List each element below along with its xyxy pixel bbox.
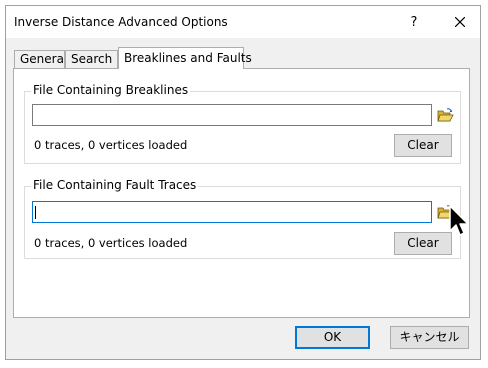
dialog-window: Inverse Distance Advanced Options ? Gene… bbox=[5, 5, 481, 360]
breaklines-group-title: File Containing Breaklines bbox=[31, 83, 191, 97]
title-bar[interactable]: Inverse Distance Advanced Options ? bbox=[6, 6, 480, 38]
tab-general[interactable]: General bbox=[14, 50, 68, 68]
folder-open-icon bbox=[436, 108, 454, 122]
cancel-button[interactable]: キャンセル bbox=[390, 326, 469, 349]
fault-traces-status: 0 traces, 0 vertices loaded bbox=[34, 236, 188, 250]
breaklines-group: File Containing Breaklines 0 traces, 0 v… bbox=[24, 83, 461, 164]
ok-button[interactable]: OK bbox=[295, 326, 370, 349]
tab-panel-breaklines-and-faults: File Containing Breaklines 0 traces, 0 v… bbox=[13, 68, 470, 318]
help-button[interactable]: ? bbox=[398, 6, 430, 38]
window-title: Inverse Distance Advanced Options bbox=[14, 15, 228, 29]
breaklines-status: 0 traces, 0 vertices loaded bbox=[34, 138, 188, 152]
fault-traces-group-title: File Containing Fault Traces bbox=[31, 178, 199, 192]
fault-traces-group: File Containing Fault Traces 0 traces, 0… bbox=[24, 178, 461, 259]
tab-search[interactable]: Search bbox=[65, 50, 118, 68]
tab-general-label: General bbox=[20, 52, 68, 66]
text-caret bbox=[35, 206, 36, 219]
breaklines-browse-button[interactable] bbox=[435, 105, 455, 125]
breaklines-clear-button[interactable]: Clear bbox=[394, 134, 452, 157]
breaklines-file-input[interactable] bbox=[32, 104, 432, 126]
fault-traces-clear-button[interactable]: Clear bbox=[394, 232, 452, 255]
mouse-pointer-icon bbox=[449, 205, 469, 236]
tab-breaklines-and-faults-label: Breaklines and Faults bbox=[124, 51, 252, 65]
help-icon: ? bbox=[410, 14, 418, 30]
close-icon bbox=[455, 17, 465, 27]
tab-search-label: Search bbox=[71, 52, 113, 66]
tab-breaklines-and-faults[interactable]: Breaklines and Faults bbox=[118, 47, 252, 69]
close-button[interactable] bbox=[444, 6, 476, 38]
fault-traces-file-input[interactable] bbox=[32, 201, 432, 223]
